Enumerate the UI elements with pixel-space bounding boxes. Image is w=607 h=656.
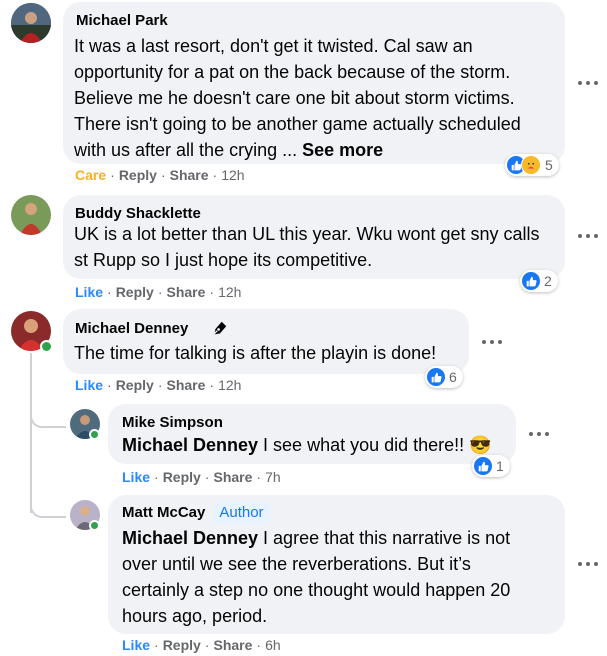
separator: · — [212, 167, 218, 183]
share-button[interactable]: Share — [213, 469, 252, 485]
separator: · — [154, 469, 159, 485]
timestamp[interactable]: 12h — [221, 167, 244, 183]
online-status-icon — [40, 340, 53, 353]
separator: · — [154, 637, 159, 653]
reply-button[interactable]: Reply — [116, 284, 154, 300]
avatar[interactable] — [11, 3, 51, 43]
separator: · — [204, 637, 210, 653]
separator: · — [209, 284, 215, 300]
comment-text: Michael Denney I see what you did there!… — [122, 432, 492, 458]
share-button[interactable]: Share — [166, 377, 205, 393]
like-button[interactable]: Like — [122, 469, 150, 485]
comment-author-row: Matt McCay Author — [122, 502, 270, 524]
comment-author[interactable]: Michael Denney — [75, 319, 188, 339]
separator: · — [157, 284, 163, 300]
more-options-button[interactable] — [578, 232, 598, 240]
like-button[interactable]: Like — [122, 637, 150, 653]
reaction-count: 1 — [496, 458, 504, 474]
comment-text: It was a last resort, don't get it twist… — [74, 33, 552, 163]
reply-button[interactable]: Reply — [119, 167, 157, 183]
timestamp[interactable]: 6h — [265, 637, 281, 653]
like-icon — [522, 272, 540, 290]
separator: · — [107, 377, 112, 393]
comment-bubble: Michael Park It was a last resort, don't… — [63, 2, 565, 164]
comment-bubble: Buddy Shacklette UK is a lot better than… — [63, 195, 565, 279]
avatar[interactable] — [11, 195, 51, 235]
like-button[interactable]: Like — [75, 377, 103, 393]
online-status-icon — [89, 429, 100, 440]
reaction-summary[interactable]: 1 — [472, 455, 510, 477]
reaction-count: 5 — [545, 157, 553, 173]
reaction-summary[interactable]: 6 — [425, 366, 463, 388]
comment-body: The time for talking is after the playin… — [74, 343, 437, 363]
comment-author[interactable]: Michael Park — [76, 11, 168, 31]
comment-text: Michael Denney I agree that this narrati… — [122, 525, 542, 629]
mention-link[interactable]: Michael Denney — [122, 435, 258, 455]
care-icon — [521, 155, 541, 175]
comment-author[interactable]: Matt McCay — [122, 504, 205, 521]
reply-button[interactable]: Reply — [163, 637, 201, 653]
reply-button[interactable]: Reply — [116, 377, 154, 393]
like-icon — [427, 368, 445, 386]
more-options-button[interactable] — [578, 79, 598, 87]
author-badge: Author — [213, 502, 270, 524]
separator: · — [256, 637, 262, 653]
comment-body: UK is a lot better than UL this year. Wk… — [74, 224, 540, 270]
separator: · — [157, 377, 163, 393]
separator: · — [209, 377, 215, 393]
comment-bubble: Mike Simpson Michael Denney I see what y… — [108, 404, 516, 464]
separator: · — [204, 469, 210, 485]
comment-actions: Like · Reply · Share · 12h — [75, 284, 241, 300]
comment-actions: Care · Reply · Share · 12h — [75, 167, 245, 183]
separator: · — [110, 167, 115, 183]
comment-bubble: Matt McCay Author Michael Denney I agree … — [108, 495, 565, 634]
pen-nib-icon — [205, 316, 233, 342]
see-more-link[interactable]: See more — [302, 140, 383, 160]
avatar-photo — [11, 3, 51, 43]
thread-branch — [30, 498, 66, 518]
reaction-count: 2 — [544, 273, 552, 289]
separator: · — [160, 167, 166, 183]
more-options-button[interactable] — [482, 338, 502, 346]
reply-button[interactable]: Reply — [163, 469, 201, 485]
separator: · — [256, 469, 262, 485]
like-icon — [474, 457, 492, 475]
comment-actions: Like · Reply · Share · 6h — [122, 637, 281, 653]
timestamp[interactable]: 7h — [265, 469, 281, 485]
share-button[interactable]: Share — [166, 284, 205, 300]
avatar-photo — [11, 195, 51, 235]
mention-link[interactable]: Michael Denney — [122, 528, 258, 548]
timestamp[interactable]: 12h — [218, 284, 241, 300]
online-status-icon — [89, 520, 100, 531]
thread-branch — [30, 408, 66, 428]
like-button[interactable]: Like — [75, 284, 103, 300]
comment-bubble: Michael Denney The time for talking is a… — [63, 309, 469, 374]
reaction-summary[interactable]: 2 — [520, 270, 558, 292]
comment-actions: Like · Reply · Share · 12h — [75, 377, 241, 393]
more-options-button[interactable] — [529, 430, 549, 438]
reaction-count: 6 — [449, 369, 457, 385]
comment-body: I see what you did there!! 😎 — [258, 435, 492, 455]
share-button[interactable]: Share — [170, 167, 209, 183]
timestamp[interactable]: 12h — [218, 377, 241, 393]
thread-line — [30, 353, 32, 513]
reaction-summary[interactable]: 5 — [505, 154, 559, 176]
comment-author[interactable]: Mike Simpson — [122, 413, 223, 433]
more-options-button[interactable] — [578, 560, 598, 568]
comment-body: It was a last resort, don't get it twist… — [74, 36, 521, 160]
share-button[interactable]: Share — [213, 637, 252, 653]
separator: · — [107, 284, 112, 300]
reaction-button[interactable]: Care — [75, 167, 106, 183]
comment-actions: Like · Reply · Share · 7h — [122, 469, 281, 485]
